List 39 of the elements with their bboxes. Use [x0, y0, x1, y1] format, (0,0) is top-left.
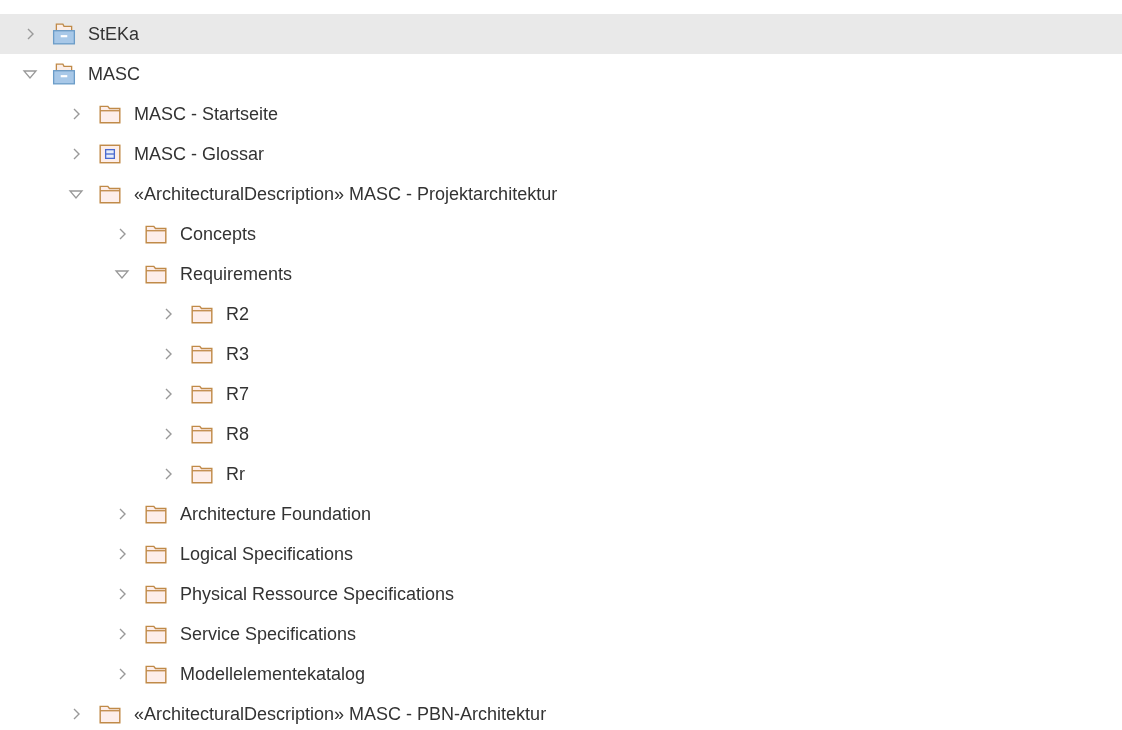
item-label: Concepts: [180, 223, 257, 245]
tree-item[interactable]: Architecture Foundation: [0, 494, 1122, 534]
package-icon: [52, 62, 76, 86]
item-label: Rr: [226, 463, 245, 485]
tree-item[interactable]: MASC: [0, 54, 1122, 94]
tree-item[interactable]: StEKa: [0, 14, 1122, 54]
tree-item[interactable]: R3: [0, 334, 1122, 374]
item-label: R7: [226, 383, 249, 405]
item-label: MASC - Startseite: [134, 103, 279, 125]
tree-item[interactable]: Rr: [0, 454, 1122, 494]
tree-item[interactable]: Concepts: [0, 214, 1122, 254]
package-icon: [52, 22, 76, 46]
item-label: R2: [226, 303, 249, 325]
tree-item[interactable]: MASC - Glossar: [0, 134, 1122, 174]
glossary-icon: [98, 142, 122, 166]
tree-item[interactable]: R8: [0, 414, 1122, 454]
tree-item[interactable]: Logical Specifications: [0, 534, 1122, 574]
tree-item[interactable]: Service Specifications: [0, 614, 1122, 654]
tree-item[interactable]: R7: [0, 374, 1122, 414]
item-label: «ArchitecturalDescription» MASC - PBN-Architektur: [134, 703, 547, 725]
tree-item[interactable]: «ArchitecturalDescription» MASC - PBN-Architektur: [0, 694, 1122, 730]
item-label: MASC - Glossar: [134, 143, 265, 165]
item-label: Logical Specifications: [180, 543, 354, 565]
tree-item[interactable]: «ArchitecturalDescription» MASC - Projektarchitektur: [0, 174, 1122, 214]
tree-item[interactable]: Requirements: [0, 254, 1122, 294]
tree-item[interactable]: R2: [0, 294, 1122, 334]
tree-item[interactable]: MASC - Startseite: [0, 94, 1122, 134]
item-label: Architecture Foundation: [180, 503, 372, 525]
item-label: Physical Ressource Specifications: [180, 583, 455, 605]
item-label: Modellelementekatalog: [180, 663, 366, 685]
item-label: Service Specifications: [180, 623, 357, 645]
tree-item[interactable]: Modellelementekatalog: [0, 654, 1122, 694]
item-label: «ArchitecturalDescription» MASC - Projektarchitektur: [134, 183, 558, 205]
tree-item[interactable]: Physical Ressource Specifications: [0, 574, 1122, 614]
item-label: Requirements: [180, 263, 293, 285]
item-label: MASC: [88, 63, 140, 85]
item-label: StEKa: [88, 23, 140, 45]
item-label: R3: [226, 343, 249, 365]
item-label: R8: [226, 423, 249, 445]
